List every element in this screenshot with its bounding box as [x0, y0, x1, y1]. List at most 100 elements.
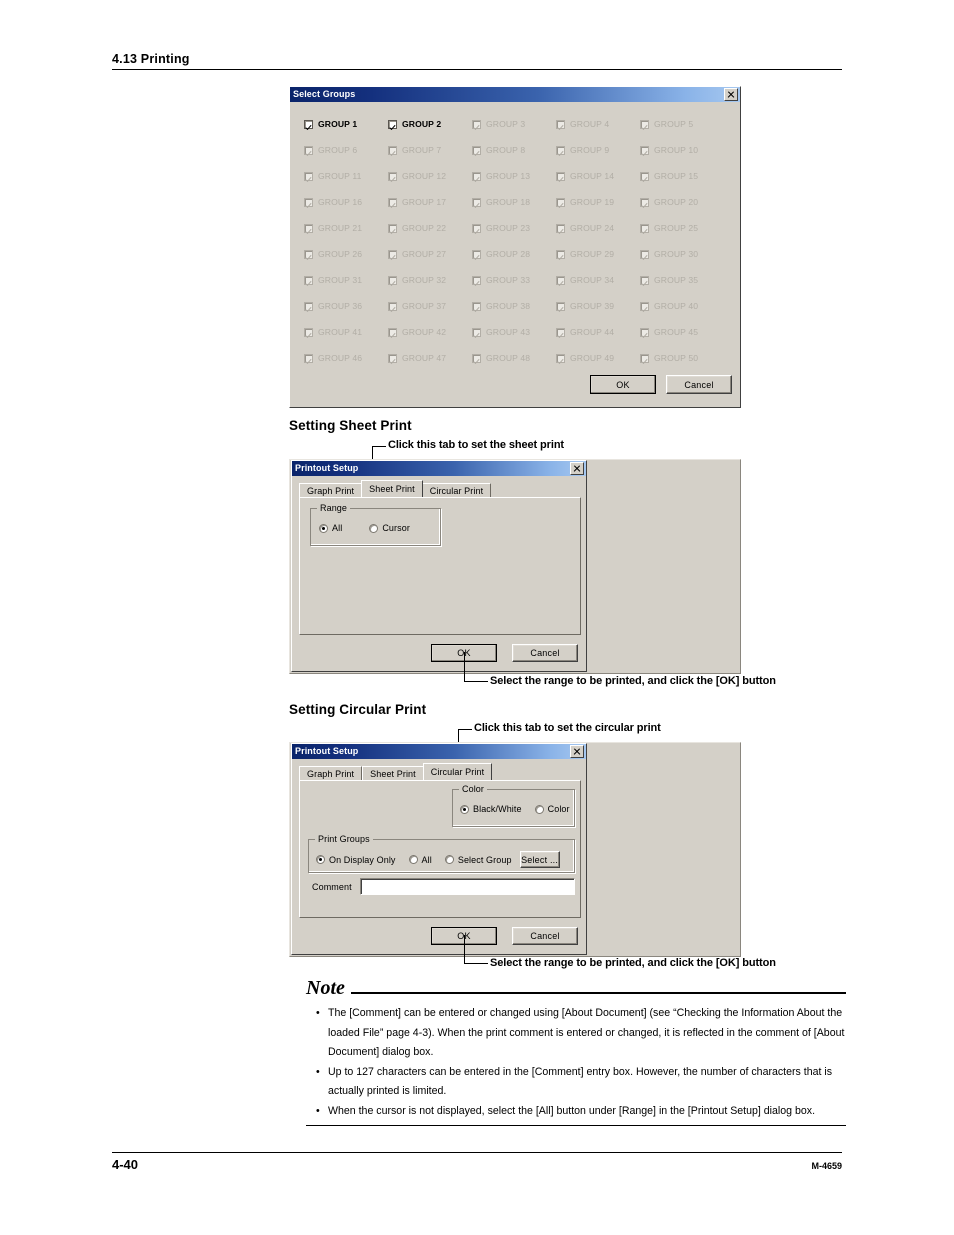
group-checkbox-label: GROUP 48: [486, 353, 531, 363]
print-groups-radio-row: On Display Only All Select Group Select …: [316, 851, 560, 868]
group-checkbox-item[interactable]: GROUP 1: [304, 111, 388, 137]
group-checkbox-item[interactable]: GROUP 7: [388, 137, 472, 163]
group-checkbox-item[interactable]: GROUP 22: [388, 215, 472, 241]
group-checkbox-item[interactable]: GROUP 43: [472, 319, 556, 345]
circular-tab-circular-print[interactable]: Circular Print: [422, 763, 493, 780]
group-checkbox-item[interactable]: GROUP 25: [640, 215, 724, 241]
close-icon[interactable]: [724, 88, 738, 101]
select-groups-titlebar[interactable]: Select Groups: [290, 87, 740, 102]
group-checkbox-item[interactable]: GROUP 14: [556, 163, 640, 189]
bullet-icon: •: [316, 1007, 320, 1019]
print-groups-radio-ondisplayonly[interactable]: On Display Only: [316, 855, 396, 865]
checkbox-checked-icon: [388, 301, 397, 311]
print-groups-radio-all[interactable]: All: [408, 854, 432, 865]
print-groups-radio-selectgroup[interactable]: Select Group: [444, 855, 512, 865]
group-checkbox-item[interactable]: GROUP 40: [640, 293, 724, 319]
document-code: M-4659: [811, 1161, 842, 1171]
group-checkbox-item[interactable]: GROUP 35: [640, 267, 724, 293]
range-radio-all[interactable]: All: [319, 523, 342, 533]
group-checkbox-item[interactable]: GROUP 11: [304, 163, 388, 189]
group-checkbox-item[interactable]: GROUP 26: [304, 241, 388, 267]
group-checkbox-label: GROUP 36: [318, 301, 363, 311]
checkbox-checked-icon: [472, 145, 481, 155]
group-checkbox-item[interactable]: GROUP 34: [556, 267, 640, 293]
group-checkbox-item[interactable]: GROUP 30: [640, 241, 724, 267]
group-checkbox-item[interactable]: GROUP 46: [304, 345, 388, 371]
group-checkbox-item[interactable]: GROUP 27: [388, 241, 472, 267]
group-checkbox-item[interactable]: GROUP 12: [388, 163, 472, 189]
comment-input[interactable]: [360, 878, 575, 895]
group-checkbox-item[interactable]: GROUP 17: [388, 189, 472, 215]
group-checkbox-item[interactable]: GROUP 2: [388, 111, 472, 137]
groups-checkbox-grid: GROUP 1 GROUP 2 GROUP 3 GROUP 4 GROUP 5 GROUP…: [304, 111, 724, 371]
group-checkbox-item[interactable]: GROUP 36: [304, 293, 388, 319]
print-groups-radio-all-label: All: [421, 854, 432, 865]
select-groups-button[interactable]: Select ...: [519, 851, 560, 868]
group-checkbox-item[interactable]: GROUP 50: [640, 345, 724, 371]
group-checkbox-item[interactable]: GROUP 3: [472, 111, 556, 137]
cancel-button[interactable]: Cancel: [512, 927, 578, 945]
group-checkbox-item[interactable]: GROUP 18: [472, 189, 556, 215]
page-number: 4-40: [112, 1157, 139, 1172]
circular-dialog-titlebar[interactable]: Printout Setup: [292, 744, 586, 759]
group-checkbox-item[interactable]: GROUP 28: [472, 241, 556, 267]
color-radio-blackwhite-label: Black/White: [473, 804, 522, 814]
circular-tab-sheet-print[interactable]: Sheet Print: [362, 766, 424, 780]
ok-button[interactable]: OK: [590, 375, 656, 394]
page-header: 4.13 Printing: [112, 52, 842, 70]
group-checkbox-label: GROUP 20: [654, 197, 699, 207]
group-checkbox-item[interactable]: GROUP 31: [304, 267, 388, 293]
color-radio-row: Black/White Color: [460, 804, 570, 814]
note-item: • When the cursor is not displayed, selec…: [306, 1102, 846, 1122]
cancel-button[interactable]: Cancel: [666, 375, 732, 394]
group-checkbox-item[interactable]: GROUP 39: [556, 293, 640, 319]
group-checkbox-item[interactable]: GROUP 5: [640, 111, 724, 137]
group-checkbox-label: GROUP 24: [570, 223, 615, 233]
close-icon[interactable]: [570, 745, 584, 758]
group-checkbox-item[interactable]: GROUP 19: [556, 189, 640, 215]
group-checkbox-item[interactable]: GROUP 23: [472, 215, 556, 241]
group-checkbox-item[interactable]: GROUP 8: [472, 137, 556, 163]
group-checkbox-item[interactable]: GROUP 16: [304, 189, 388, 215]
checkbox-checked-icon: [388, 119, 397, 129]
group-checkbox-item[interactable]: GROUP 44: [556, 319, 640, 345]
group-checkbox-item[interactable]: GROUP 9: [556, 137, 640, 163]
group-checkbox-item[interactable]: GROUP 42: [388, 319, 472, 345]
bullet-icon: •: [316, 1104, 320, 1117]
group-checkbox-label: GROUP 15: [654, 171, 699, 181]
sheet-tab-graph-print[interactable]: Graph Print: [299, 483, 363, 497]
group-checkbox-item[interactable]: GROUP 45: [640, 319, 724, 345]
sheet-tab-circular-print[interactable]: Circular Print: [421, 483, 492, 497]
close-icon[interactable]: [570, 462, 584, 475]
group-checkbox-item[interactable]: GROUP 32: [388, 267, 472, 293]
group-checkbox-item[interactable]: GROUP 29: [556, 241, 640, 267]
group-checkbox-item[interactable]: GROUP 20: [640, 189, 724, 215]
group-checkbox-label: GROUP 2: [402, 119, 442, 129]
cancel-button[interactable]: Cancel: [512, 644, 578, 662]
range-radio-cursor[interactable]: Cursor: [369, 523, 410, 533]
group-checkbox-item[interactable]: GROUP 10: [640, 137, 724, 163]
circular-dialog-button-row: OK Cancel: [431, 927, 578, 945]
group-checkbox-item[interactable]: GROUP 38: [472, 293, 556, 319]
group-checkbox-item[interactable]: GROUP 13: [472, 163, 556, 189]
group-checkbox-item[interactable]: GROUP 33: [472, 267, 556, 293]
group-checkbox-item[interactable]: GROUP 47: [388, 345, 472, 371]
sheet-tab-sheet-print[interactable]: Sheet Print: [361, 480, 423, 497]
group-checkbox-item[interactable]: GROUP 49: [556, 345, 640, 371]
checkbox-checked-icon: [388, 275, 397, 285]
radio-indicator-icon: [460, 804, 469, 814]
group-checkbox-item[interactable]: GROUP 4: [556, 111, 640, 137]
group-checkbox-item[interactable]: GROUP 24: [556, 215, 640, 241]
sheet-dialog-titlebar[interactable]: Printout Setup: [292, 461, 586, 476]
group-checkbox-item[interactable]: GROUP 21: [304, 215, 388, 241]
color-radio-blackwhite[interactable]: Black/White: [460, 804, 522, 814]
group-checkbox-item[interactable]: GROUP 48: [472, 345, 556, 371]
checkbox-checked-icon: [304, 119, 313, 129]
circular-tab-graph-print[interactable]: Graph Print: [299, 766, 363, 780]
group-checkbox-item[interactable]: GROUP 37: [388, 293, 472, 319]
group-checkbox-item[interactable]: GROUP 6: [304, 137, 388, 163]
color-radio-color[interactable]: Color: [534, 804, 570, 814]
group-checkbox-item[interactable]: GROUP 41: [304, 319, 388, 345]
group-checkbox-item[interactable]: GROUP 15: [640, 163, 724, 189]
color-radio-color-label: Color: [547, 804, 570, 814]
